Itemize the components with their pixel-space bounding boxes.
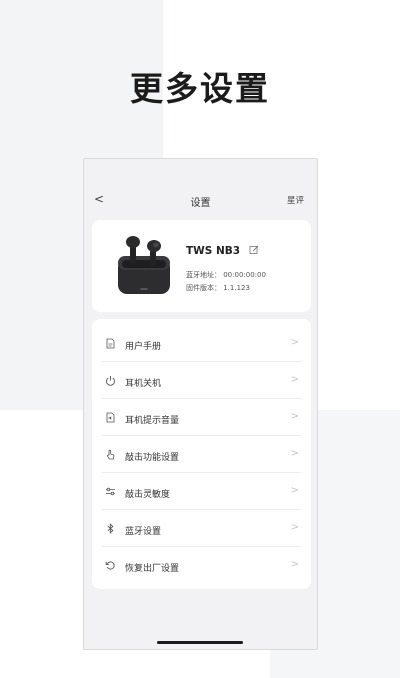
- reset-icon: [105, 561, 115, 570]
- chevron-right-icon: >: [290, 374, 299, 385]
- menu-item-label: 用户手册: [125, 342, 162, 352]
- menu-item-label: 耳机关机: [125, 379, 162, 389]
- device-name: TWS NB3: [186, 245, 241, 257]
- tap-hand-icon: [107, 449, 115, 460]
- chevron-right-icon: >: [290, 411, 299, 422]
- settings-menu: 用户手册 > 耳机关机 > 耳机提示音量 > 敲击功能设置 > 敲击灵敏度 > …: [92, 319, 311, 589]
- menu-item-prompt-volume[interactable]: 耳机提示音量 >: [92, 399, 311, 435]
- menu-item-power-off[interactable]: 耳机关机 >: [92, 362, 311, 398]
- document-icon: [106, 338, 115, 349]
- rate-button[interactable]: 星评: [287, 194, 304, 206]
- menu-item-tap-function[interactable]: 敲击功能设置 >: [92, 436, 311, 472]
- home-indicator: [157, 641, 243, 644]
- nav-bar: < 设置 星评: [84, 189, 317, 215]
- menu-item-label: 恢复出厂设置: [125, 564, 180, 574]
- menu-item-label: 耳机提示音量: [125, 416, 180, 426]
- chevron-right-icon: >: [290, 522, 299, 533]
- chevron-right-icon: >: [290, 448, 299, 459]
- earbuds-image: [118, 236, 170, 294]
- menu-item-tap-sensitivity[interactable]: 敲击灵敏度 >: [92, 473, 311, 509]
- sliders-icon: [106, 487, 115, 496]
- menu-item-label: 敲击灵敏度: [125, 490, 171, 500]
- firmware-version: 固件版本： 1.1.123: [186, 284, 250, 292]
- menu-item-label: 蓝牙设置: [125, 527, 162, 537]
- power-icon: [106, 376, 115, 386]
- chevron-right-icon: >: [290, 485, 299, 496]
- bluetooth-icon: [107, 523, 114, 534]
- device-card: TWS NB3 蓝牙地址： 00:00:00:00 固件版本： 1.1.123: [92, 220, 311, 312]
- menu-item-user-manual[interactable]: 用户手册 >: [92, 325, 311, 361]
- volume-doc-icon: [106, 412, 115, 423]
- menu-item-factory-reset[interactable]: 恢复出厂设置 >: [92, 547, 311, 583]
- edit-icon[interactable]: [249, 245, 259, 255]
- menu-item-label: 敲击功能设置: [125, 453, 180, 463]
- chevron-right-icon: >: [290, 559, 299, 570]
- chevron-right-icon: >: [290, 337, 299, 348]
- bluetooth-address: 蓝牙地址： 00:00:00:00: [186, 271, 266, 279]
- phone-screen: < 设置 星评 TWS NB3 蓝牙地址： 00:00:00:00 固件版本： …: [83, 158, 318, 650]
- promo-headline: 更多设置: [130, 69, 270, 108]
- menu-item-bluetooth[interactable]: 蓝牙设置 >: [92, 510, 311, 546]
- page-title: 设置: [190, 198, 211, 209]
